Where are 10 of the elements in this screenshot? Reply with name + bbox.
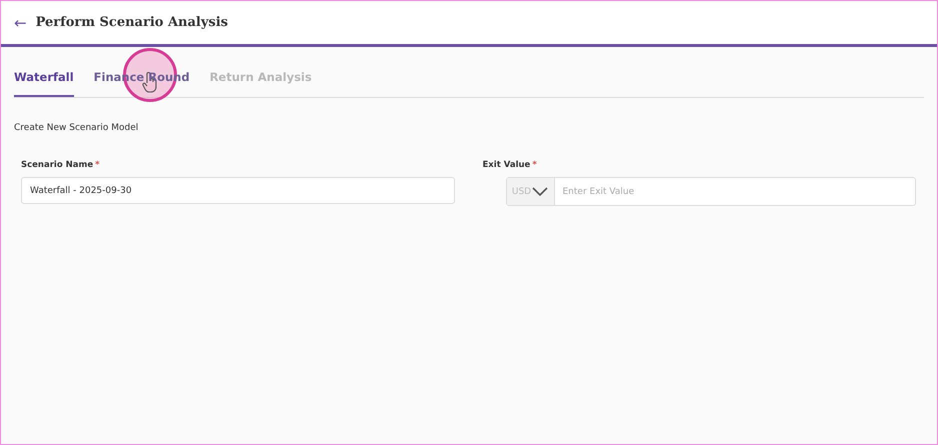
page-title: Perform Scenario Analysis <box>36 15 228 30</box>
field-label: Scenario Name <box>21 160 94 170</box>
chevron-down-icon <box>532 186 548 196</box>
input-field[interactable]: Waterfall - 2025-09-30 <box>21 177 454 204</box>
section-title: Create New Scenario Model <box>14 123 140 133</box>
tab[interactable]: Waterfall <box>14 66 74 97</box>
required-mark: * <box>95 160 100 170</box>
field-label: Exit Value <box>482 160 530 170</box>
required-mark: * <box>532 160 537 170</box>
back-arrow-icon[interactable]: ← <box>14 14 27 32</box>
